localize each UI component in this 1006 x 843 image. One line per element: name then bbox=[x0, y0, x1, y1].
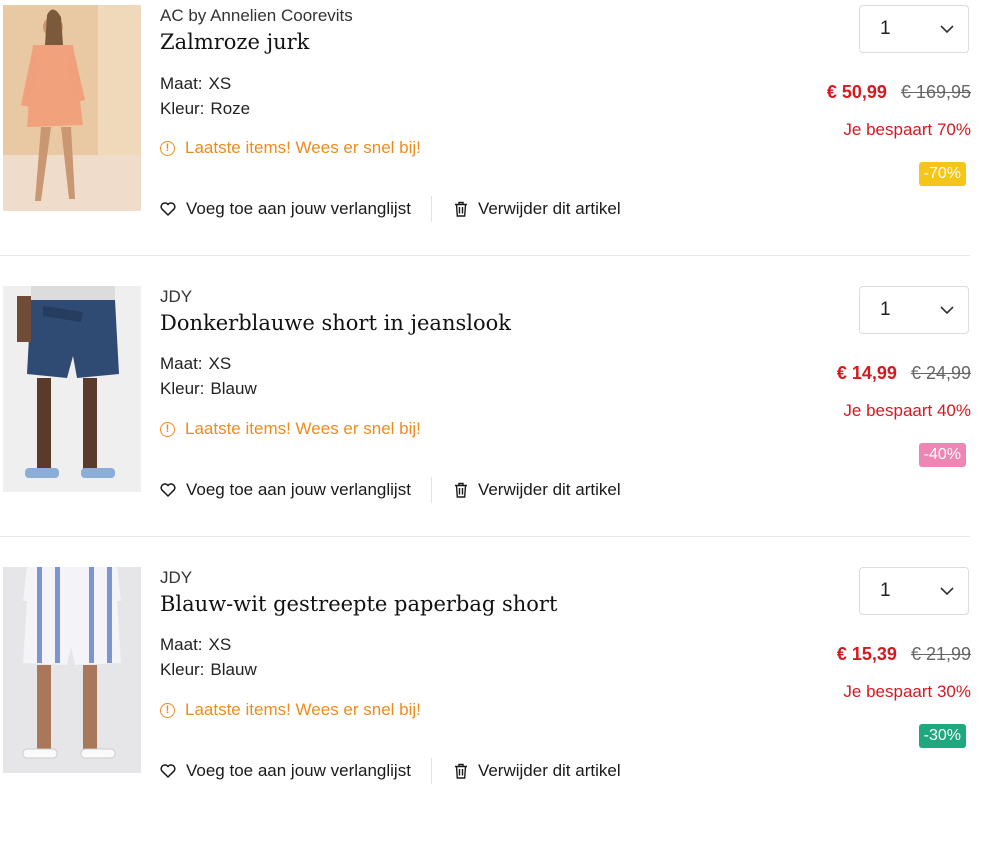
price-group: € 15,39 € 21,99 bbox=[837, 644, 971, 665]
trash-icon bbox=[454, 201, 467, 217]
item-separator bbox=[0, 255, 970, 256]
quantity-value: 1 bbox=[880, 18, 891, 39]
cart-item: JDY Donkerblauwe short in jeanslook Maat… bbox=[0, 281, 1006, 562]
size-attribute: Maat: XS bbox=[160, 635, 231, 655]
size-attribute: Maat: XS bbox=[160, 354, 231, 374]
product-title[interactable]: Blauw-wit gestreepte paperbag short bbox=[160, 592, 557, 616]
chevron-down-icon bbox=[940, 587, 954, 595]
chevron-down-icon bbox=[940, 306, 954, 314]
current-price: € 50,99 bbox=[826, 82, 887, 102]
price-group: € 50,99 € 169,95 bbox=[827, 82, 971, 103]
quantity-select[interactable]: 1 bbox=[859, 5, 969, 53]
item-actions: Voeg toe aan jouw verlanglijst Verwijder… bbox=[160, 758, 621, 784]
remove-label: Verwijder dit artikel bbox=[477, 480, 621, 499]
original-price: € 21,99 bbox=[910, 644, 971, 664]
quantity-select[interactable]: 1 bbox=[859, 567, 969, 615]
trash-icon bbox=[454, 482, 467, 498]
current-price: € 14,99 bbox=[836, 363, 897, 383]
item-actions: Voeg toe aan jouw verlanglijst Verwijder… bbox=[160, 477, 621, 503]
heart-icon bbox=[160, 202, 176, 216]
price-group: € 14,99 € 24,99 bbox=[837, 363, 971, 384]
cart-item: JDY Blauw-wit gestreepte paperbag short … bbox=[0, 562, 1006, 843]
size-label: Maat: bbox=[160, 74, 203, 93]
original-price: € 169,95 bbox=[900, 82, 971, 102]
add-to-wishlist-button[interactable]: Voeg toe aan jouw verlanglijst bbox=[160, 199, 411, 219]
item-actions: Voeg toe aan jouw verlanglijst Verwijder… bbox=[160, 196, 621, 222]
savings-text: Je bespaart 30% bbox=[843, 682, 971, 701]
savings-text: Je bespaart 40% bbox=[843, 401, 971, 420]
product-title[interactable]: Donkerblauwe short in jeanslook bbox=[160, 311, 511, 335]
remove-item-button[interactable]: Verwijder dit artikel bbox=[454, 480, 621, 500]
add-to-wishlist-button[interactable]: Voeg toe aan jouw verlanglijst bbox=[160, 761, 411, 781]
size-label: Maat: bbox=[160, 635, 203, 654]
action-divider bbox=[430, 758, 432, 784]
stock-warning: ! Laatste items! Wees er snel bij! bbox=[160, 419, 421, 439]
item-separator bbox=[0, 536, 970, 537]
product-brand: JDY bbox=[160, 287, 193, 306]
color-attribute: Kleur: Roze bbox=[160, 99, 250, 119]
savings-text: Je bespaart 70% bbox=[843, 120, 971, 139]
heart-icon bbox=[160, 764, 176, 778]
product-image[interactable] bbox=[3, 5, 141, 211]
chevron-down-icon bbox=[940, 25, 954, 33]
info-circle-icon: ! bbox=[160, 702, 175, 718]
color-attribute: Kleur: Blauw bbox=[160, 660, 257, 680]
discount-badge: -40% bbox=[918, 443, 966, 467]
color-value: Blauw bbox=[210, 660, 257, 679]
size-label: Maat: bbox=[160, 354, 203, 373]
action-divider bbox=[430, 196, 432, 222]
current-price: € 15,39 bbox=[836, 644, 897, 664]
color-value: Blauw bbox=[210, 379, 257, 398]
info-circle-icon: ! bbox=[160, 421, 175, 437]
size-attribute: Maat: XS bbox=[160, 74, 231, 94]
stock-warning: ! Laatste items! Wees er snel bij! bbox=[160, 700, 421, 720]
wishlist-label: Voeg toe aan jouw verlanglijst bbox=[186, 199, 411, 218]
product-brand: JDY bbox=[160, 568, 193, 587]
stock-warning: ! Laatste items! Wees er snel bij! bbox=[160, 138, 421, 158]
stock-warning-text: Laatste items! Wees er snel bij! bbox=[185, 700, 421, 719]
product-title[interactable]: Zalmroze jurk bbox=[160, 30, 309, 54]
color-label: Kleur: bbox=[160, 660, 205, 679]
color-label: Kleur: bbox=[160, 99, 205, 118]
info-circle-icon: ! bbox=[160, 140, 175, 156]
stock-warning-text: Laatste items! Wees er snel bij! bbox=[185, 138, 421, 157]
stock-warning-text: Laatste items! Wees er snel bij! bbox=[185, 419, 421, 438]
color-value: Roze bbox=[210, 99, 251, 118]
product-brand: AC by Annelien Coorevits bbox=[160, 6, 353, 25]
remove-label: Verwijder dit artikel bbox=[477, 761, 621, 780]
color-attribute: Kleur: Blauw bbox=[160, 379, 257, 399]
heart-icon bbox=[160, 483, 176, 497]
discount-badge: -30% bbox=[918, 724, 966, 748]
quantity-select[interactable]: 1 bbox=[859, 286, 969, 334]
quantity-value: 1 bbox=[880, 299, 891, 320]
add-to-wishlist-button[interactable]: Voeg toe aan jouw verlanglijst bbox=[160, 480, 411, 500]
remove-item-button[interactable]: Verwijder dit artikel bbox=[454, 199, 621, 219]
cart-item: AC by Annelien Coorevits Zalmroze jurk M… bbox=[0, 0, 1006, 281]
action-divider bbox=[430, 477, 432, 503]
original-price: € 24,99 bbox=[910, 363, 971, 383]
wishlist-label: Voeg toe aan jouw verlanglijst bbox=[186, 480, 411, 499]
quantity-value: 1 bbox=[880, 580, 891, 601]
size-value: XS bbox=[208, 635, 232, 654]
size-value: XS bbox=[208, 74, 232, 93]
discount-badge: -70% bbox=[918, 162, 966, 186]
trash-icon bbox=[454, 763, 467, 779]
product-image[interactable] bbox=[3, 567, 141, 773]
remove-label: Verwijder dit artikel bbox=[477, 199, 621, 218]
remove-item-button[interactable]: Verwijder dit artikel bbox=[454, 761, 621, 781]
wishlist-label: Voeg toe aan jouw verlanglijst bbox=[186, 761, 411, 780]
color-label: Kleur: bbox=[160, 379, 205, 398]
size-value: XS bbox=[208, 354, 232, 373]
product-image[interactable] bbox=[3, 286, 141, 492]
